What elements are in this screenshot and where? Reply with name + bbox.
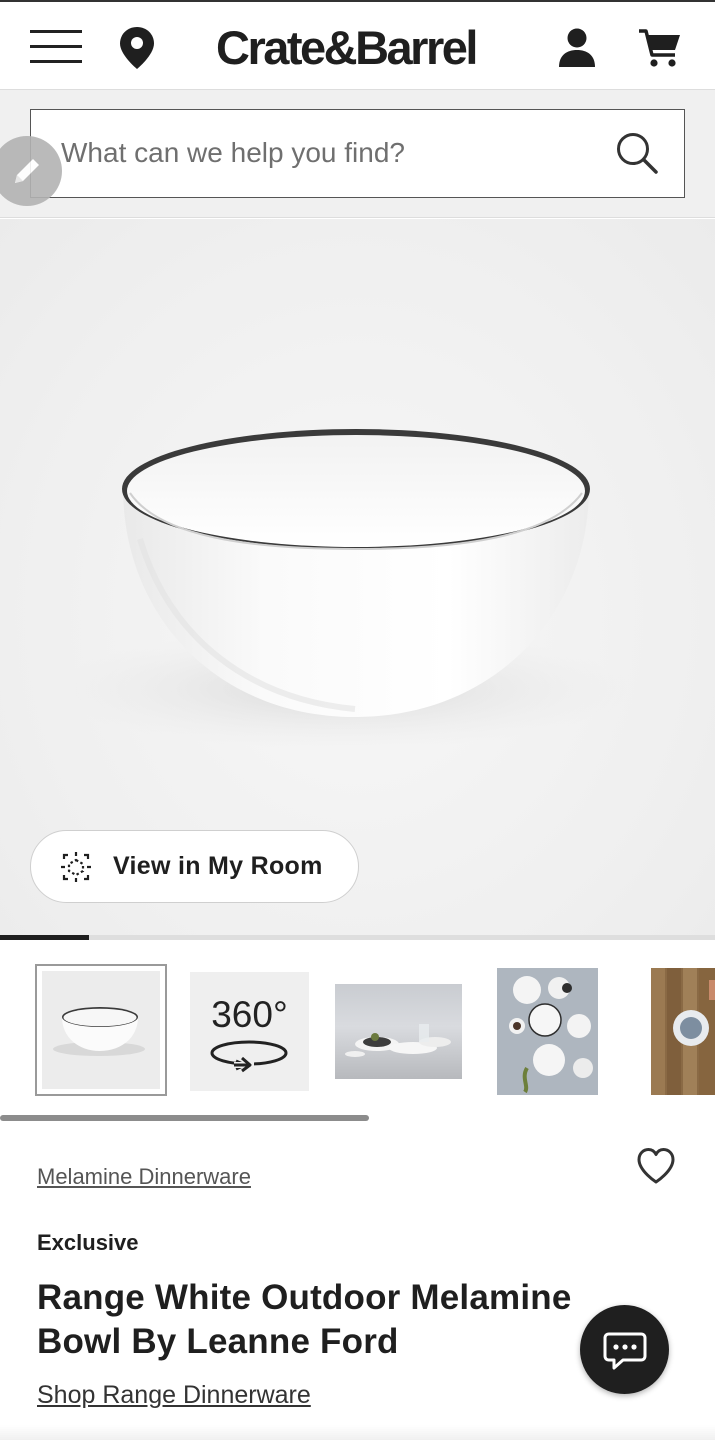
account-icon[interactable] — [558, 28, 596, 68]
thumbnail-plates-overhead[interactable] — [497, 968, 598, 1095]
rotate-360-icon — [210, 1040, 288, 1073]
augmented-reality-icon — [61, 852, 91, 882]
thumbnail-scrollbar[interactable] — [0, 1115, 369, 1121]
top-header: Crate&Barrel — [0, 0, 715, 90]
thumbnail-table-setting[interactable] — [335, 984, 462, 1079]
menu-icon[interactable] — [30, 28, 82, 66]
chat-button[interactable] — [580, 1305, 669, 1394]
bowl-image — [50, 429, 630, 749]
table-setting-image — [345, 1024, 451, 1057]
product-title: Range White Outdoor Melamine Bowl By Lea… — [37, 1278, 572, 1361]
plates-overhead-image — [509, 976, 593, 1094]
product-hero-image[interactable]: View in My Room — [0, 219, 715, 935]
search-box[interactable] — [30, 109, 685, 198]
location-pin-icon[interactable] — [118, 26, 156, 70]
exclusive-badge: Exclusive — [37, 1230, 139, 1255]
heart-icon[interactable] — [636, 1147, 676, 1185]
bowl-thumbnail-image — [53, 1007, 145, 1056]
view-in-my-room-label: View in My Room — [113, 852, 323, 880]
bottom-shadow — [0, 1425, 715, 1440]
search-band — [0, 90, 715, 218]
image-progress-bar — [0, 935, 715, 940]
image-progress-fill — [0, 935, 90, 940]
thumbnail-outdoor-table[interactable] — [651, 968, 715, 1095]
search-input[interactable] — [61, 110, 601, 196]
brand-logo[interactable]: Crate&Barrel — [216, 20, 478, 75]
thumbnail-main-image[interactable] — [35, 964, 167, 1096]
cart-icon[interactable] — [638, 28, 682, 68]
view-in-my-room-button[interactable]: View in My Room — [30, 830, 359, 903]
outdoor-table-image — [651, 968, 715, 1095]
chat-bubble-icon — [603, 1332, 647, 1370]
thumbnail-360-view[interactable]: 360° — [190, 972, 309, 1091]
collection-link[interactable]: Melamine Dinnerware — [37, 1164, 251, 1190]
shop-collection-link[interactable]: Shop Range Dinnerware — [37, 1381, 311, 1410]
search-icon[interactable] — [616, 132, 658, 174]
thumbnail-strip[interactable]: 360° — [0, 950, 715, 1110]
pencil-icon — [15, 159, 39, 183]
